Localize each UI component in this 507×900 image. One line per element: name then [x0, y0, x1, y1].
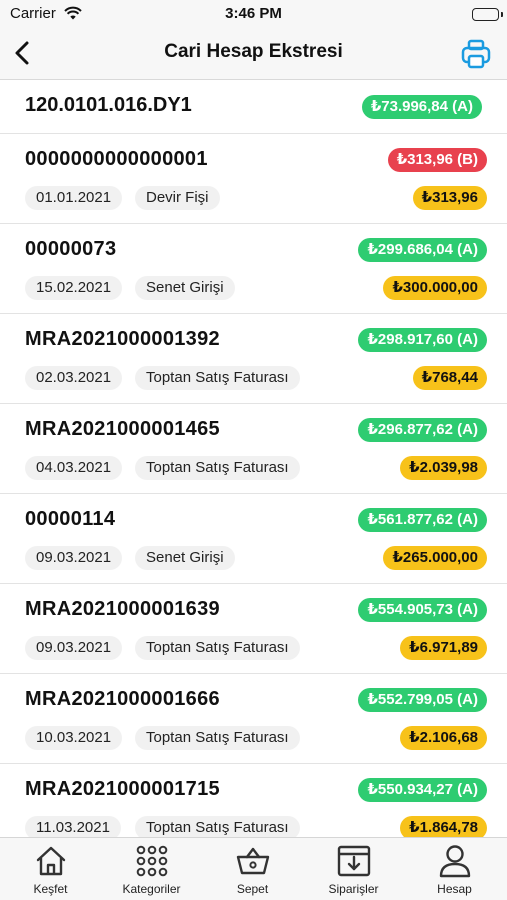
date-tag: 15.02.2021 — [25, 276, 123, 300]
transaction-type-tag: Senet Girişi — [135, 276, 235, 300]
document-number: MRA2021000001465 — [25, 418, 220, 440]
tab-label: Kategoriler — [122, 882, 181, 896]
transaction-row[interactable]: MRA2021000001465 ₺296.877,62 (A) 04.03.2… — [0, 404, 507, 494]
transaction-row[interactable]: MRA2021000001666 ₺552.799,05 (A) 10.03.2… — [0, 674, 507, 764]
amount-badge: ₺300.000,00 — [383, 276, 487, 300]
amount-badge: ₺2.039,98 — [400, 456, 487, 480]
transaction-row[interactable]: MRA2021000001392 ₺298.917,60 (A) 02.03.2… — [0, 314, 507, 404]
home-icon — [36, 846, 65, 876]
amount-badge: ₺768,44 — [412, 366, 487, 390]
document-number: 00000114 — [25, 508, 116, 530]
status-bar: Carrier 3:46 PM — [0, 0, 507, 28]
transaction-type-tag: Senet Girişi — [135, 546, 235, 570]
tab-kategoriler[interactable]: Kategoriler — [101, 838, 202, 900]
transaction-type-tag: Toptan Satış Faturası — [135, 816, 300, 837]
document-number: 0000000000000001 — [25, 148, 208, 170]
basket-icon — [236, 847, 269, 875]
statement-list[interactable]: 120.0101.016.DY1 ₺73.996,84 (A) 00000000… — [0, 80, 507, 837]
document-number: MRA2021000001666 — [25, 688, 220, 710]
navigation-bar: Cari Hesap Ekstresi — [0, 28, 507, 80]
transaction-row[interactable]: 00000114 ₺561.877,62 (A) 09.03.2021 Sene… — [0, 494, 507, 584]
orders-icon — [337, 845, 370, 877]
account-summary: 120.0101.016.DY1 ₺73.996,84 (A) — [0, 80, 507, 134]
document-number: 00000073 — [25, 238, 117, 260]
tab-label: Siparişler — [328, 882, 379, 896]
printer-icon — [461, 39, 491, 69]
amount-badge: ₺2.106,68 — [400, 726, 487, 750]
print-button[interactable] — [459, 37, 493, 71]
running-balance-badge: ₺550.934,27 (A) — [358, 778, 487, 802]
date-tag: 09.03.2021 — [25, 636, 123, 660]
date-tag: 04.03.2021 — [25, 456, 123, 480]
user-icon — [439, 845, 470, 878]
account-code: 120.0101.016.DY1 — [25, 94, 192, 116]
transaction-row[interactable]: MRA2021000001715 ₺550.934,27 (A) 11.03.2… — [0, 764, 507, 837]
battery-icon — [472, 8, 499, 21]
page-title: Cari Hesap Ekstresi — [164, 41, 343, 62]
running-balance-badge: ₺298.917,60 (A) — [358, 328, 487, 352]
date-tag: 10.03.2021 — [25, 726, 123, 750]
transaction-type-tag: Toptan Satış Faturası — [135, 456, 300, 480]
transaction-type-tag: Toptan Satış Faturası — [135, 366, 300, 390]
running-balance-badge: ₺552.799,05 (A) — [358, 688, 487, 712]
transaction-type-tag: Devir Fişi — [135, 186, 220, 210]
date-tag: 11.03.2021 — [25, 816, 121, 837]
running-balance-badge: ₺554.905,73 (A) — [358, 598, 487, 622]
clock: 3:46 PM — [225, 5, 282, 22]
date-tag: 01.01.2021 — [25, 186, 123, 210]
transaction-row[interactable]: MRA2021000001639 ₺554.905,73 (A) 09.03.2… — [0, 584, 507, 674]
transaction-row[interactable]: 00000073 ₺299.686,04 (A) 15.02.2021 Sene… — [0, 224, 507, 314]
running-balance-badge: ₺561.877,62 (A) — [358, 508, 487, 532]
grid-icon — [136, 845, 167, 877]
transaction-row[interactable]: 0000000000000001 ₺313,96 (B) 01.01.2021 … — [0, 134, 507, 224]
date-tag: 02.03.2021 — [25, 366, 123, 390]
battery-tip — [501, 12, 503, 17]
tab-kesfet[interactable]: Keşfet — [0, 838, 101, 900]
document-number: MRA2021000001392 — [25, 328, 220, 350]
amount-badge: ₺265.000,00 — [383, 546, 487, 570]
tab-label: Keşfet — [33, 882, 68, 896]
tab-siparisler[interactable]: Siparişler — [303, 838, 404, 900]
transaction-type-tag: Toptan Satış Faturası — [135, 726, 300, 750]
tab-sepet[interactable]: Sepet — [202, 838, 303, 900]
tab-label: Hesap — [437, 882, 472, 896]
account-balance-badge: ₺73.996,84 (A) — [361, 95, 482, 119]
transaction-type-tag: Toptan Satış Faturası — [135, 636, 300, 660]
running-balance-badge: ₺299.686,04 (A) — [358, 238, 487, 262]
amount-badge: ₺313,96 — [412, 186, 487, 210]
amount-badge: ₺1.864,78 — [400, 816, 487, 837]
running-balance-badge: ₺296.877,62 (A) — [358, 418, 487, 442]
tab-bar: Keşfet Kategoriler Sepet Siparişler Hesa… — [0, 837, 507, 900]
document-number: MRA2021000001715 — [25, 778, 220, 800]
running-balance-badge: ₺313,96 (B) — [387, 148, 487, 172]
tab-hesap[interactable]: Hesap — [404, 838, 505, 900]
tab-label: Sepet — [236, 882, 269, 896]
document-number: MRA2021000001639 — [25, 598, 220, 620]
amount-badge: ₺6.971,89 — [400, 636, 487, 660]
date-tag: 09.03.2021 — [25, 546, 123, 570]
